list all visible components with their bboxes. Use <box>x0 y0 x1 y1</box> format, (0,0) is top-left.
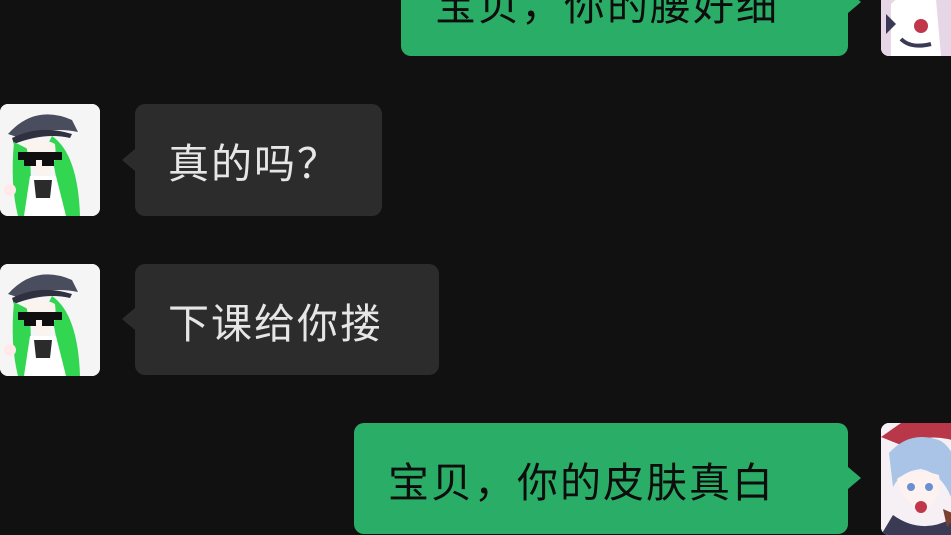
message-text: 下课给你搂 <box>168 299 383 348</box>
green-haired-anime-sunglasses-avatar-icon <box>0 104 100 216</box>
message-text: 真的吗？ <box>168 140 340 188</box>
bubble-tail <box>122 149 135 171</box>
chat-view: 宝贝，你的腰好细 真的吗？ 下课给你搂 宝贝，你的皮肤真白 <box>0 0 951 535</box>
avatar[interactable] <box>0 104 100 216</box>
pink-haired-anime-avatar-icon <box>881 423 951 535</box>
message-bubble[interactable]: 宝贝，你的皮肤真白 <box>354 423 861 534</box>
message-bubble[interactable]: 真的吗？ <box>122 104 382 216</box>
message-text: 宝贝，你的腰好细 <box>435 0 779 30</box>
bubble-tail <box>122 308 135 330</box>
bubble-tail <box>848 467 861 489</box>
message-bubble[interactable]: 下课给你搂 <box>122 264 439 375</box>
avatar[interactable] <box>881 423 951 535</box>
bubble-tail <box>848 0 861 13</box>
pink-haired-anime-avatar-icon <box>881 0 951 56</box>
message-text: 宝贝，你的皮肤真白 <box>388 458 775 507</box>
avatar[interactable] <box>0 264 100 376</box>
message-bubble[interactable]: 宝贝，你的腰好细 <box>401 0 861 56</box>
green-haired-anime-sunglasses-avatar-icon <box>0 264 100 376</box>
avatar[interactable] <box>881 0 951 56</box>
